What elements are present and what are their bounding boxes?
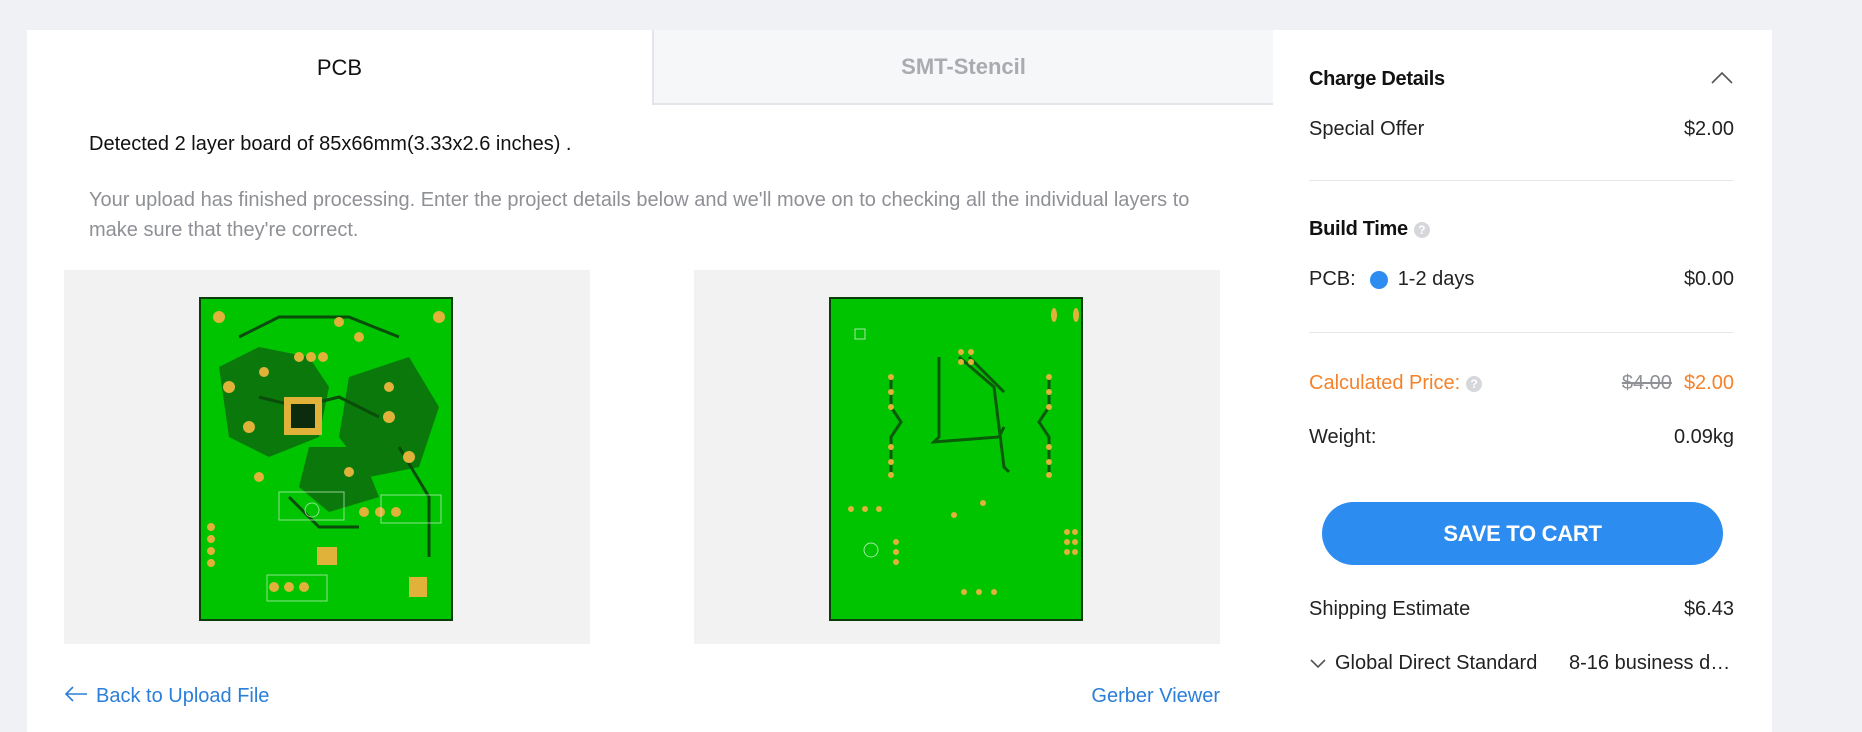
pcb-build-option[interactable]: PCB: 1-2 days <box>1309 268 1474 291</box>
divider <box>1309 332 1734 333</box>
weight-value: 0.09kg <box>1673 426 1734 448</box>
chevron-up-icon[interactable] <box>1710 68 1734 91</box>
back-to-upload-link[interactable]: Back to Upload File <box>64 685 269 708</box>
arrow-left-icon <box>64 685 88 708</box>
pcb-label: PCB: <box>1309 268 1356 290</box>
build-time-header: Build Time ? <box>1309 218 1734 241</box>
help-icon[interactable]: ? <box>1466 375 1483 392</box>
chevron-down-icon[interactable] <box>1309 658 1327 670</box>
charge-details-header[interactable]: Charge Details <box>1309 68 1734 91</box>
build-time-title: Build Time <box>1309 218 1408 240</box>
calculated-price-label: Calculated Price: <box>1309 372 1461 394</box>
pcb-build-value: $0.00 <box>1683 268 1734 290</box>
shipping-method-label: Global Direct Standard <box>1335 652 1538 674</box>
calculated-price-values: $4.00 $2.00 <box>1622 372 1734 395</box>
save-to-cart-button[interactable]: SAVE TO CART <box>1322 502 1723 565</box>
charge-details-panel: Charge Details Special Offer $2.00 Build… <box>1273 30 1772 732</box>
shipping-method-row[interactable]: Global Direct Standard 8-16 business day… <box>1309 652 1734 675</box>
help-icon[interactable]: ? <box>1413 221 1430 238</box>
calculated-price-label-wrap: Calculated Price:? <box>1309 372 1483 395</box>
special-offer-value: $2.00 <box>1683 118 1734 140</box>
detected-board-text: Detected 2 layer board of 85x66mm(3.33x2… <box>89 133 572 155</box>
divider <box>1309 180 1734 181</box>
pcb-details-card: PCB SMT-Stencil Detected 2 layer board o… <box>27 30 1273 732</box>
pcb-build-option-label: 1-2 days <box>1397 268 1475 290</box>
gerber-viewer-link[interactable]: Gerber Viewer <box>1091 685 1220 708</box>
calculated-price-value: $2.00 <box>1683 372 1734 394</box>
weight-row: Weight: 0.09kg <box>1309 426 1734 449</box>
back-to-upload-label: Back to Upload File <box>96 685 270 707</box>
special-offer-row: Special Offer $2.00 <box>1309 118 1734 141</box>
tab-bar: PCB SMT-Stencil <box>27 30 1273 105</box>
original-price: $4.00 <box>1621 372 1672 394</box>
pcb-bottom-layer-preview <box>694 270 1220 644</box>
shipping-estimate-row: Shipping Estimate $6.43 <box>1309 598 1734 621</box>
shipping-estimate-value: $6.43 <box>1683 598 1734 620</box>
tab-smt-stencil[interactable]: SMT-Stencil <box>652 30 1273 105</box>
upload-description: Your upload has finished processing. Ent… <box>89 189 1190 241</box>
calculated-price-row: Calculated Price:? $4.00 $2.00 <box>1309 372 1734 395</box>
pcb-top-layer-preview <box>64 270 590 644</box>
radio-selected-icon[interactable] <box>1369 270 1388 289</box>
pcb-bottom-layer-image <box>829 297 1083 621</box>
special-offer-label: Special Offer <box>1309 118 1425 140</box>
pcb-top-layer-image <box>199 297 453 621</box>
shipping-estimate-label: Shipping Estimate <box>1309 598 1471 620</box>
shipping-method-toggle[interactable]: Global Direct Standard <box>1309 652 1559 675</box>
shipping-time-label: 8-16 business days <box>1569 652 1734 674</box>
weight-label: Weight: <box>1309 426 1377 448</box>
pcb-build-time-row: PCB: 1-2 days $0.00 <box>1309 268 1734 291</box>
tab-pcb[interactable]: PCB <box>27 30 652 105</box>
charge-details-title: Charge Details <box>1309 68 1445 90</box>
